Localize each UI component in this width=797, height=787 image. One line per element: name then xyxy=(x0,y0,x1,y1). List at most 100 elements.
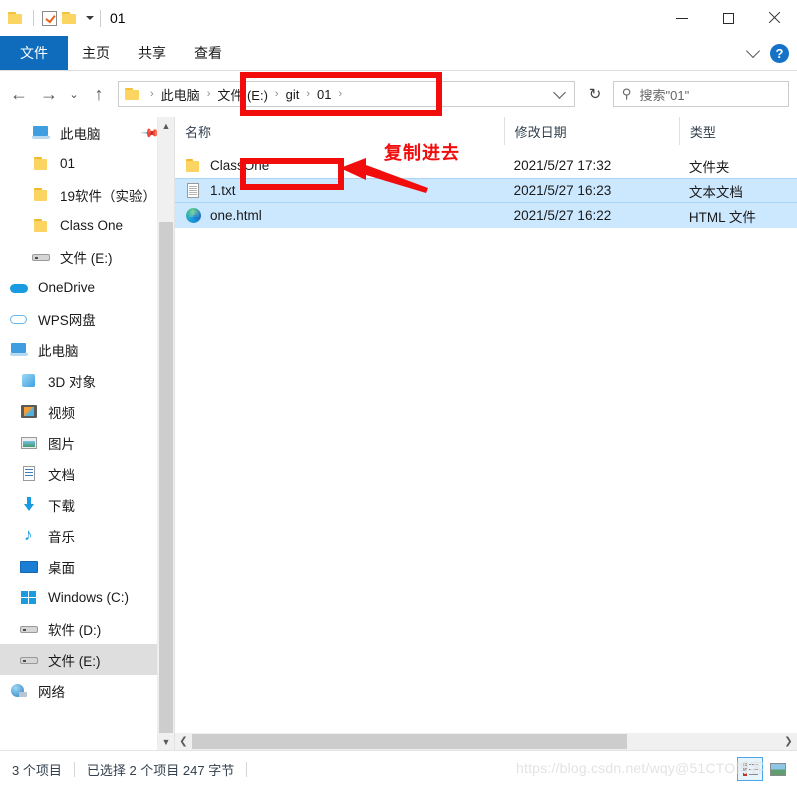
folder-icon xyxy=(32,186,52,204)
music-icon xyxy=(20,525,40,545)
horizontal-scrollbar[interactable]: ❮ ❯ xyxy=(175,733,797,750)
maximize-button[interactable] xyxy=(705,0,751,36)
sidebar-item-label: 文档 xyxy=(48,467,75,483)
breadcrumb-01[interactable]: 01 xyxy=(314,87,334,102)
scroll-down-icon[interactable]: ▼ xyxy=(158,733,174,750)
sidebar-item-desktop[interactable]: 桌面 xyxy=(0,551,174,582)
sidebar-item-wps-cloud[interactable]: WPS网盘 xyxy=(0,303,174,334)
sidebar-item-class-one[interactable]: Class One xyxy=(0,210,174,241)
chevron-down-icon[interactable] xyxy=(86,16,94,20)
sidebar-item-documents[interactable]: 文档 xyxy=(0,458,174,489)
window-controls xyxy=(659,0,797,36)
sidebar-item-label: Class One xyxy=(60,218,124,233)
breadcrumb-drive-e[interactable]: 文件 (E:) xyxy=(214,85,271,104)
file-explorer-window: 01 文件 主页 共享 查看 ? ← → ⌄ ↑ › 此电脑 › 文件 (E:) xyxy=(0,0,797,787)
desktop-icon xyxy=(20,558,40,576)
sidebar-scrollbar[interactable]: ▲ ▼ xyxy=(157,117,174,750)
sidebar-item-label: 19软件（实验） xyxy=(60,188,157,204)
file-name-cell[interactable]: one.html xyxy=(175,203,504,228)
wps-cloud-icon xyxy=(10,310,30,328)
sidebar-item-label: Windows (C:) xyxy=(48,590,130,605)
downloads-icon xyxy=(20,496,40,514)
folder-icon xyxy=(32,155,52,173)
onedrive-icon xyxy=(10,279,30,297)
sidebar-item-19software[interactable]: 19软件（实验） xyxy=(0,179,174,210)
status-divider xyxy=(246,761,248,777)
address-bar[interactable]: › 此电脑 › 文件 (E:) › git › 01 › xyxy=(118,81,575,107)
file-name-cell[interactable]: 1.txt xyxy=(175,179,504,202)
column-header-type[interactable]: 类型 xyxy=(678,117,797,145)
refresh-button[interactable]: ↻ xyxy=(581,81,609,107)
file-date-cell: 2021/5/27 16:23 xyxy=(513,183,612,198)
tab-share[interactable]: 共享 xyxy=(124,36,180,70)
large-icons-view-button[interactable] xyxy=(765,757,791,781)
search-input[interactable]: 搜索"01" xyxy=(640,85,690,104)
scrollbar-track[interactable] xyxy=(192,733,780,750)
details-view-button[interactable] xyxy=(737,757,763,781)
sidebar-item-onedrive[interactable]: OneDrive xyxy=(0,272,174,303)
text-file-icon xyxy=(185,182,202,199)
chevron-down-icon[interactable] xyxy=(553,85,566,99)
windows-drive-icon xyxy=(20,589,40,607)
column-header-date[interactable]: 修改日期 xyxy=(503,117,679,145)
folder-icon[interactable] xyxy=(8,11,25,25)
sidebar-item-3d-objects[interactable]: 3D 对象 xyxy=(0,365,174,396)
sort-ascending-icon: ^ xyxy=(334,117,342,118)
sidebar-item-this-pc[interactable]: 此电脑 xyxy=(0,334,174,365)
tab-file[interactable]: 文件 xyxy=(0,36,68,70)
file-name-cell[interactable]: ClassOne xyxy=(175,153,504,178)
ribbon-right-controls: ? xyxy=(745,36,789,70)
tab-home[interactable]: 主页 xyxy=(68,36,124,70)
sidebar-item-label: OneDrive xyxy=(38,280,96,295)
column-header-name[interactable]: 名称 ^ xyxy=(175,117,504,145)
breadcrumb: › 此电脑 › 文件 (E:) › git › 01 › xyxy=(146,85,551,104)
sidebar-item-videos[interactable]: 视频 xyxy=(0,396,174,427)
tab-view[interactable]: 查看 xyxy=(180,36,236,70)
forward-arrow-icon: → xyxy=(40,84,58,104)
sidebar-item-music[interactable]: 音乐 xyxy=(0,520,174,551)
scrollbar-thumb[interactable] xyxy=(192,734,628,749)
large-icons-view-icon xyxy=(770,762,786,776)
sidebar-item-network[interactable]: 网络 xyxy=(0,675,174,706)
sidebar-item-this-pc-quick[interactable]: 此电脑 📌 xyxy=(0,117,174,148)
up-button[interactable]: ↑ xyxy=(84,79,114,109)
search-box[interactable]: ⚲ 搜索"01" xyxy=(613,81,789,107)
sidebar-item-drive-d[interactable]: 软件 (D:) xyxy=(0,613,174,644)
sidebar-item-windows-c[interactable]: Windows (C:) xyxy=(0,582,174,613)
table-row[interactable]: ClassOne 2021/5/27 17:32 文件夹 xyxy=(175,153,797,178)
minimize-button[interactable] xyxy=(659,0,705,36)
close-icon xyxy=(767,11,781,25)
table-row[interactable]: one.html 2021/5/27 16:22 HTML 文件 xyxy=(175,203,797,228)
breadcrumb-this-pc[interactable]: 此电脑 xyxy=(158,85,203,104)
scroll-left-icon[interactable]: ❮ xyxy=(175,733,192,750)
breadcrumb-git[interactable]: git xyxy=(283,87,303,102)
folder-icon xyxy=(125,87,142,101)
sidebar-item-drive-e[interactable]: 文件 (E:) xyxy=(0,644,174,675)
column-headers: 名称 ^ 修改日期 类型 xyxy=(175,117,797,145)
recent-locations-button[interactable]: ⌄ xyxy=(64,79,84,109)
scroll-up-icon[interactable]: ▲ xyxy=(158,117,174,134)
properties-icon[interactable] xyxy=(42,10,57,26)
close-button[interactable] xyxy=(751,0,797,36)
new-folder-icon[interactable] xyxy=(62,11,79,25)
status-selection-info: 已选择 2 个项目 247 字节 xyxy=(86,762,235,778)
scroll-right-icon[interactable]: ❯ xyxy=(780,733,797,750)
file-type-cell: 文件夹 xyxy=(688,159,730,175)
sidebar-item-label: 3D 对象 xyxy=(48,374,97,390)
breadcrumb-separator: › xyxy=(150,88,154,100)
chevron-down-icon[interactable] xyxy=(745,43,761,59)
sidebar-item-pictures[interactable]: 图片 xyxy=(0,427,174,458)
sidebar-item-downloads[interactable]: 下载 xyxy=(0,489,174,520)
sidebar-item-01[interactable]: 01 xyxy=(0,148,174,179)
scrollbar-thumb[interactable] xyxy=(159,222,173,733)
breadcrumb-separator: › xyxy=(274,88,279,100)
help-icon[interactable]: ? xyxy=(770,43,789,63)
back-button[interactable]: ← xyxy=(4,79,34,109)
forward-button[interactable]: → xyxy=(34,79,64,109)
minimize-icon xyxy=(676,17,688,19)
sidebar-item-drive-e-quick[interactable]: 文件 (E:) xyxy=(0,241,174,272)
table-row[interactable]: 1.txt 2021/5/27 16:23 文本文档 xyxy=(175,178,797,203)
sidebar-item-label: 01 xyxy=(60,156,76,171)
file-list-pane: 名称 ^ 修改日期 类型 ClassOne 2021/5/27 17:32 xyxy=(175,117,797,750)
sidebar-item-label: 音乐 xyxy=(48,529,75,545)
